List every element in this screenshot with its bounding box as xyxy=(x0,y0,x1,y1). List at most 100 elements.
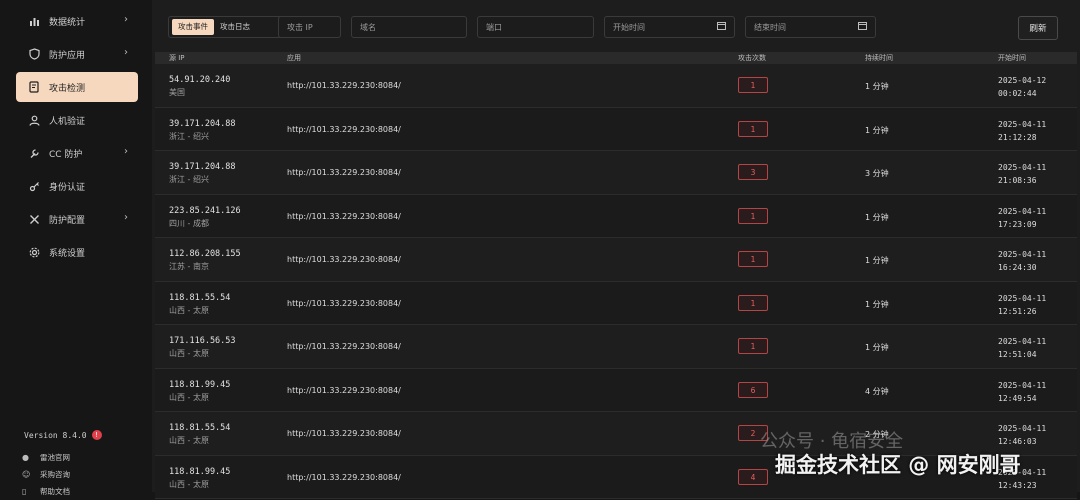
attack-count-badge[interactable]: 1 xyxy=(738,77,768,93)
sidebar-item-attack-detection[interactable]: 攻击检测 xyxy=(16,72,138,102)
source-ip[interactable]: 118.81.55.54 xyxy=(169,293,230,303)
duration: 1 分钟 xyxy=(865,212,889,222)
start-date: 2025-04-11 xyxy=(998,337,1047,346)
header-duration[interactable]: 持续时间 xyxy=(865,53,893,63)
chevron-right-icon: › xyxy=(124,14,128,25)
source-location: 浙江 - 绍兴 xyxy=(169,175,209,184)
app-url[interactable]: http://101.33.229.230:8084/ xyxy=(287,342,401,351)
attack-count-badge[interactable]: 4 xyxy=(738,468,768,485)
tab-attack-events[interactable]: 攻击事件 xyxy=(172,19,214,35)
table-row[interactable]: 118.81.99.45 山西 - 太原 http://101.33.229.2… xyxy=(155,368,1077,412)
sidebar-item-label: 防护应用 xyxy=(49,50,86,61)
refresh-button[interactable]: 刷新 xyxy=(1018,16,1058,40)
source-location: 浙江 - 绍兴 xyxy=(169,131,209,141)
start-clock: 12:51:04 xyxy=(998,350,1037,359)
logo-icon: ● xyxy=(22,453,29,462)
update-badge[interactable]: ! xyxy=(91,430,102,440)
table-row[interactable]: 39.171.204.88 浙江 - 绍兴 http://101.33.229.… xyxy=(155,107,1077,151)
sidebar-item-label: 攻击检测 xyxy=(49,83,86,94)
attack-count-badge[interactable]: 1 xyxy=(738,294,768,311)
table-header: 源 IP 应用 攻击次数 持续时间 开始时间 xyxy=(155,52,1077,64)
attack-ip-field xyxy=(278,16,341,38)
table-row[interactable]: 118.81.55.54 山西 - 太原 http://101.33.229.2… xyxy=(155,281,1077,325)
header-start-time[interactable]: 开始时间 xyxy=(998,53,1026,63)
port-input[interactable] xyxy=(486,22,585,32)
source-ip[interactable]: 39.171.204.88 xyxy=(169,162,236,172)
start-clock: 12:49:54 xyxy=(998,393,1037,403)
end-time-input[interactable] xyxy=(754,22,854,32)
key-icon xyxy=(28,180,41,193)
sidebar-item-system-settings[interactable]: 系统设置 xyxy=(16,237,138,267)
start-clock: 21:08:36 xyxy=(998,176,1037,185)
sidebar-item-stats[interactable]: 数据统计 › xyxy=(16,6,138,36)
attack-count-badge[interactable]: 1 xyxy=(738,120,768,137)
attack-count-badge[interactable]: 1 xyxy=(738,338,768,354)
link-purchase-consult[interactable]: ☺ 采购咨询 xyxy=(22,466,70,483)
app-url[interactable]: http://101.33.229.230:8084/ xyxy=(287,81,401,90)
table-row[interactable]: 171.116.56.53 山西 - 太原 http://101.33.229.… xyxy=(155,325,1077,369)
start-date: 2025-04-11 xyxy=(998,163,1047,172)
start-time: 2025-04-11 12:46:03 xyxy=(998,422,1046,448)
link-official-site[interactable]: ● 雷池官网 xyxy=(22,449,70,466)
source-ip[interactable]: 118.81.99.45 xyxy=(169,380,230,390)
app-url[interactable]: http://101.33.229.230:8084/ xyxy=(287,125,401,134)
sidebar-item-protection-config[interactable]: 防护配置 › xyxy=(16,204,138,234)
calendar-icon[interactable] xyxy=(858,21,867,33)
start-time: 2025-04-11 21:08:36 xyxy=(998,161,1046,187)
start-date: 2025-04-11 xyxy=(998,250,1047,259)
source-ip[interactable]: 112.86.208.155 xyxy=(169,249,241,259)
chevron-right-icon: › xyxy=(124,47,128,58)
source-ip-cell: 118.81.99.45 山西 - 太原 xyxy=(169,467,230,490)
sidebar-item-label: 人机验证 xyxy=(49,116,86,127)
source-ip[interactable]: 118.81.55.54 xyxy=(169,423,230,433)
start-clock: 17:23:09 xyxy=(998,219,1037,229)
header-source-ip[interactable]: 源 IP xyxy=(169,53,185,63)
table-row[interactable]: 223.85.241.126 四川 - 成都 http://101.33.229… xyxy=(155,194,1077,238)
watermark-line2: 掘金技术社区 @ 网安刚哥 xyxy=(775,453,1021,477)
app-url[interactable]: http://101.33.229.230:8084/ xyxy=(287,255,401,264)
sidebar-item-label: 数据统计 xyxy=(49,17,86,28)
source-ip-cell: 54.91.20.240 美国 xyxy=(169,75,230,98)
header-attack-count[interactable]: 攻击次数 xyxy=(738,53,766,63)
source-location: 四川 - 成都 xyxy=(169,218,209,228)
table-row[interactable]: 39.171.204.88 浙江 - 绍兴 http://101.33.229.… xyxy=(155,151,1077,195)
sidebar-item-identity-auth[interactable]: 身份认证 xyxy=(16,171,138,201)
tab-attack-logs[interactable]: 攻击日志 xyxy=(214,19,256,35)
app-url[interactable]: http://101.33.229.230:8084/ xyxy=(287,473,401,482)
sidebar-item-protected-apps[interactable]: 防护应用 › xyxy=(16,39,138,69)
source-ip[interactable]: 118.81.99.45 xyxy=(169,467,230,477)
app-url[interactable]: http://101.33.229.230:8084/ xyxy=(287,212,401,221)
source-ip-cell: 39.171.204.88 浙江 - 绍兴 xyxy=(169,119,236,142)
sidebar-nav: 数据统计 › 防护应用 › 攻击检测 人机验证 CC 防护 › 身份认证 防护配… xyxy=(0,0,152,267)
domain-input[interactable] xyxy=(360,22,458,32)
attack-count-badge[interactable]: 3 xyxy=(738,164,768,180)
attack-ip-input[interactable] xyxy=(287,22,332,32)
start-time-input[interactable] xyxy=(613,22,713,32)
sidebar-item-cc-protection[interactable]: CC 防护 › xyxy=(16,138,138,168)
table-row[interactable]: 54.91.20.240 美国 http://101.33.229.230:80… xyxy=(155,64,1077,108)
app-url[interactable]: http://101.33.229.230:8084/ xyxy=(287,429,401,438)
attack-count-badge[interactable]: 6 xyxy=(738,381,768,398)
calendar-icon[interactable] xyxy=(717,21,726,33)
app-url[interactable]: http://101.33.229.230:8084/ xyxy=(287,299,401,308)
source-location: 山西 - 太原 xyxy=(169,436,209,445)
sidebar-item-label: CC 防护 xyxy=(49,149,83,160)
table-row[interactable]: 112.86.208.155 江苏 - 南京 http://101.33.229… xyxy=(155,238,1077,282)
main-panel: 攻击事件 攻击日志 刷新 源 IP 应用 攻击次 xyxy=(152,0,1080,499)
attack-count-badge[interactable]: 1 xyxy=(738,251,768,267)
source-ip[interactable]: 39.171.204.88 xyxy=(169,119,236,129)
attack-count-badge[interactable]: 1 xyxy=(738,207,768,224)
app-url[interactable]: http://101.33.229.230:8084/ xyxy=(287,386,401,395)
start-date: 2025-04-12 xyxy=(998,76,1047,85)
gear-icon xyxy=(28,246,41,259)
start-clock: 12:43:23 xyxy=(998,480,1037,490)
source-ip[interactable]: 171.116.56.53 xyxy=(169,336,236,346)
start-date: 2025-04-11 xyxy=(998,119,1047,129)
header-app[interactable]: 应用 xyxy=(287,53,301,63)
sidebar-item-captcha[interactable]: 人机验证 xyxy=(16,105,138,135)
source-location: 江苏 - 南京 xyxy=(169,262,209,271)
source-ip[interactable]: 54.91.20.240 xyxy=(169,75,230,85)
source-ip[interactable]: 223.85.241.126 xyxy=(169,206,241,216)
app-url[interactable]: http://101.33.229.230:8084/ xyxy=(287,168,401,177)
duration: 1 分钟 xyxy=(865,125,889,135)
